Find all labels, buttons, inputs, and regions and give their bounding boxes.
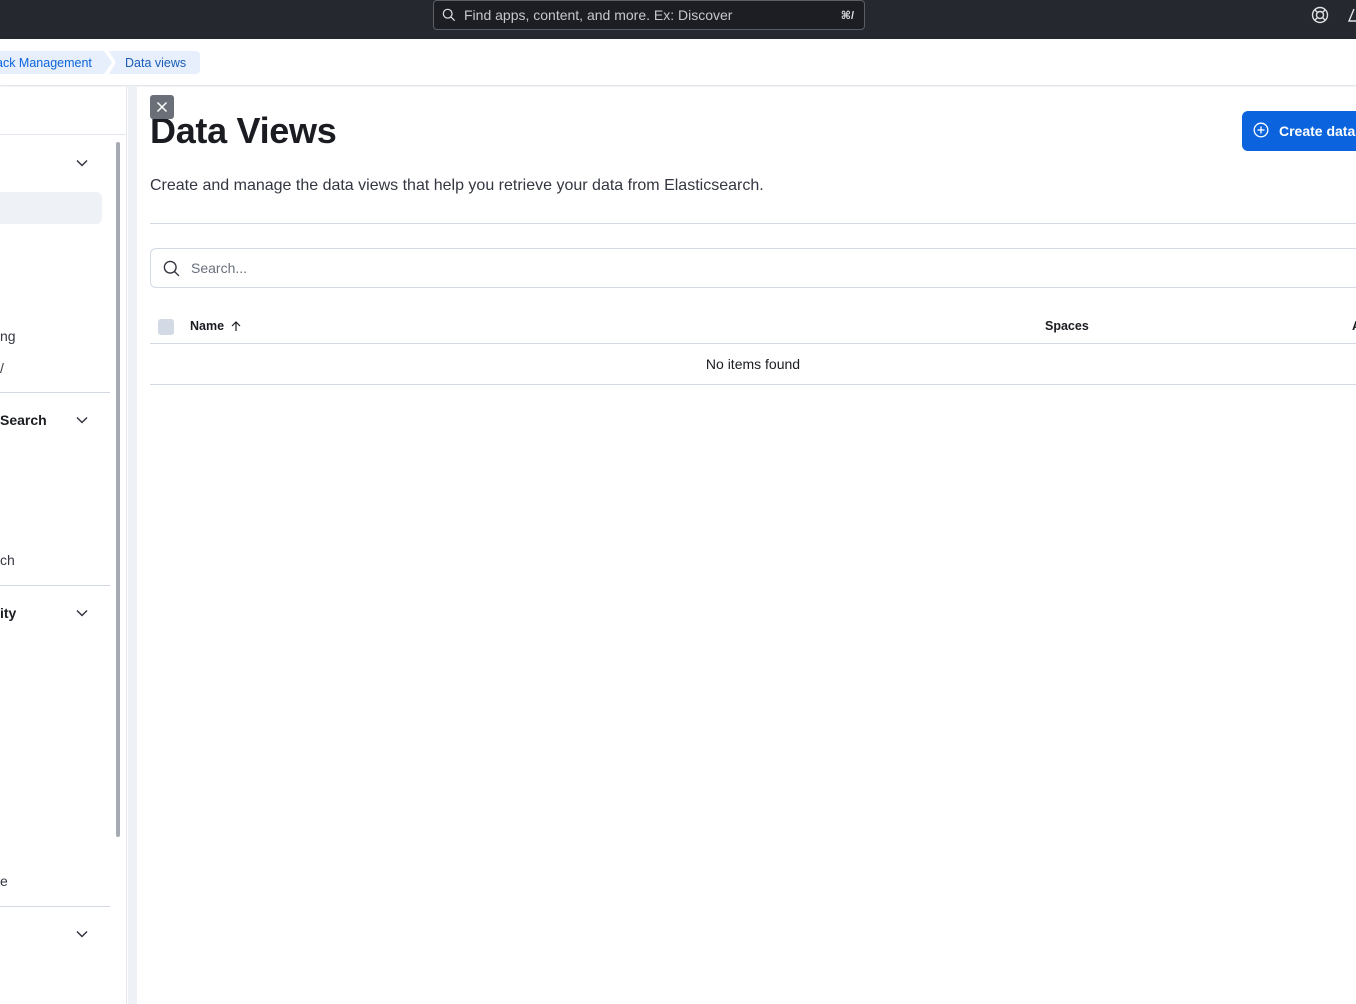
sort-ascending-icon [230, 320, 242, 332]
column-header-label: Name [190, 319, 225, 333]
top-header-bar: Find apps, content, and more. Ex: Discov… [0, 0, 1356, 39]
chevron-down-icon[interactable] [72, 924, 92, 944]
search-icon [151, 249, 191, 287]
sidebar-item-label[interactable]: e [0, 873, 8, 889]
global-search-field[interactable]: Find apps, content, and more. Ex: Discov… [433, 0, 865, 30]
table-header-row: Name Spaces A [150, 311, 1356, 344]
column-header-name[interactable]: Name [190, 319, 242, 333]
global-search-placeholder: Find apps, content, and more. Ex: Discov… [464, 7, 733, 23]
breadcrumb-label: ack Management [0, 55, 92, 70]
sidebar-divider [0, 134, 126, 135]
search-icon [434, 1, 464, 29]
management-sidebar: ng / Search ch ity e [0, 87, 127, 1004]
empty-table-message: No items found [150, 344, 1356, 385]
column-header-spaces[interactable]: Spaces [1045, 319, 1089, 333]
sidebar-item-label[interactable]: ng [0, 328, 16, 344]
sidebar-divider [0, 585, 110, 586]
breadcrumb-data-views: Data views [109, 51, 200, 74]
chevron-down-icon[interactable] [72, 603, 92, 623]
sidebar-item-label[interactable]: ch [0, 552, 15, 568]
sidebar-group-security: ity [0, 605, 17, 621]
breadcrumb-label: Data views [125, 55, 187, 70]
page-description: Create and manage the data views that he… [150, 177, 764, 194]
search-input[interactable] [191, 260, 1356, 276]
chevron-down-icon[interactable] [72, 153, 92, 173]
create-button-label: Create data [1279, 123, 1356, 139]
chevron-down-icon[interactable] [72, 410, 92, 430]
sidebar-scrollbar[interactable] [116, 142, 120, 837]
main-content-panel [128, 87, 1356, 1004]
sidebar-item-active[interactable] [0, 192, 102, 224]
sidebar-divider [0, 906, 110, 907]
table-search-field[interactable] [150, 248, 1356, 288]
sidebar-item-label[interactable]: / [0, 360, 4, 376]
column-header-actions: A [1352, 319, 1356, 333]
breadcrumb-stack-management[interactable]: ack Management [0, 51, 112, 74]
help-icon[interactable] [1310, 5, 1330, 25]
sidebar-group-search: Search [0, 412, 47, 428]
close-icon [156, 101, 168, 113]
create-data-view-button[interactable]: Create data [1242, 111, 1356, 151]
plus-circle-icon [1253, 122, 1271, 140]
sidebar-divider [0, 392, 110, 393]
close-button[interactable] [150, 95, 174, 119]
alert-icon[interactable] [1347, 5, 1356, 25]
breadcrumb-bar: ack Management Data views [0, 39, 1356, 86]
keyboard-shortcut-badge: ⌘/ [840, 9, 854, 22]
select-all-checkbox[interactable] [158, 319, 174, 335]
header-divider [150, 223, 1356, 224]
page-title: Data Views [150, 110, 337, 151]
